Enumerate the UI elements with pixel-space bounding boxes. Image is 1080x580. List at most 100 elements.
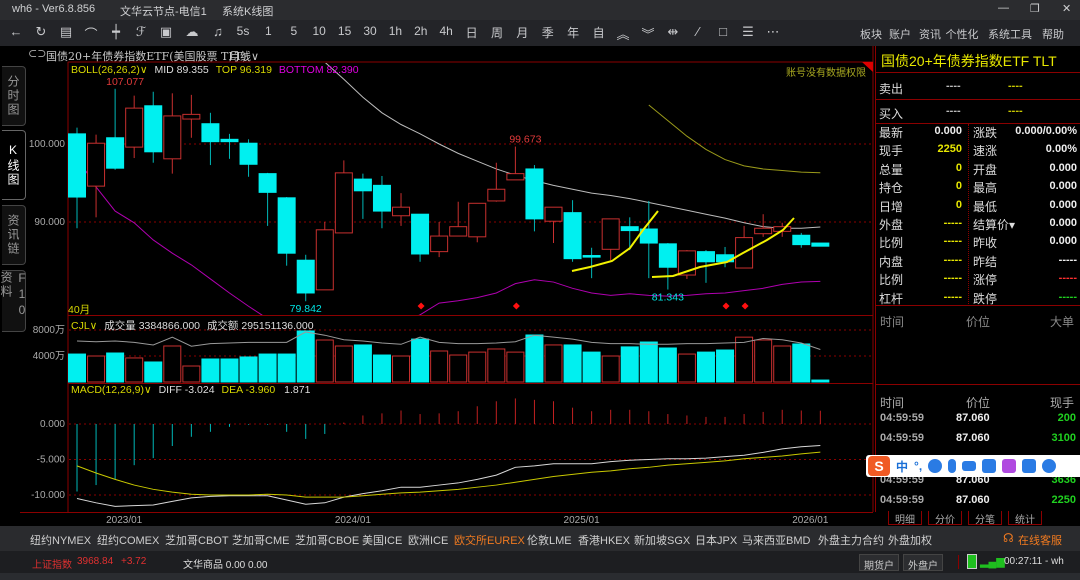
exchange-tab[interactable]: 纽约NYMEX [30, 532, 91, 548]
exchange-tab[interactable]: 芝加哥CME [232, 532, 289, 548]
microphone-icon[interactable] [948, 459, 957, 473]
online-service-link[interactable]: 在线客服 [1018, 532, 1062, 548]
tab-trades[interactable]: 分笔 [968, 511, 1002, 526]
candle-body[interactable] [696, 251, 715, 263]
exchange-tab[interactable]: 外盘加权 [888, 532, 932, 548]
candle-body[interactable] [392, 206, 411, 217]
candle[interactable] [487, 162, 506, 202]
candle[interactable] [582, 247, 601, 279]
exchange-tab[interactable]: 马来西亚BMD [742, 532, 810, 548]
candle-body[interactable] [620, 226, 639, 232]
candle-body[interactable] [239, 142, 258, 165]
quote-label[interactable]: 结算价▾ [973, 216, 1015, 233]
exchange-tab[interactable]: 日本JPX [695, 532, 737, 548]
candle-body[interactable] [258, 173, 277, 193]
candle-body[interactable] [811, 242, 830, 247]
candle-body[interactable] [754, 227, 773, 235]
exchange-tab[interactable]: 芝加哥CBOT [165, 532, 229, 548]
candle-body[interactable] [468, 202, 487, 238]
tab-detail[interactable]: 明细 [888, 511, 922, 526]
candle-body[interactable] [353, 178, 372, 192]
candle[interactable] [392, 193, 411, 226]
candle[interactable] [220, 133, 239, 159]
commodity-index[interactable]: 文华商品 0.00 0.00 [183, 556, 267, 571]
apps-grid-icon[interactable] [1022, 459, 1037, 473]
exchange-tab[interactable]: 欧洲ICE [408, 532, 448, 548]
candle[interactable] [811, 242, 830, 247]
candle[interactable] [468, 202, 487, 243]
foreign-account-button[interactable]: 外盘户 [903, 554, 943, 572]
settings-gear-icon[interactable] [1042, 459, 1057, 473]
emoji-icon[interactable] [928, 459, 943, 473]
candle[interactable] [449, 201, 468, 237]
candle-body[interactable] [201, 123, 220, 143]
futures-account-button[interactable]: 期货户 [859, 554, 899, 572]
candle-body[interactable] [296, 259, 315, 294]
candle-body[interactable] [315, 229, 334, 291]
candle-body[interactable] [144, 105, 163, 153]
headset-icon[interactable]: ☊ [1003, 531, 1014, 545]
index-name[interactable]: 上证指数 [32, 556, 72, 571]
candle-body[interactable] [582, 255, 601, 258]
candle-body[interactable] [430, 235, 449, 253]
candle[interactable] [792, 232, 811, 248]
candle-body[interactable] [87, 142, 106, 187]
candle-body[interactable] [601, 218, 620, 250]
candle[interactable] [334, 160, 353, 234]
candle[interactable] [353, 173, 372, 219]
exchange-tab[interactable]: 美国ICE [362, 532, 402, 548]
candle-body[interactable] [68, 133, 86, 198]
candle-body[interactable] [334, 172, 353, 234]
candle-body[interactable] [372, 184, 391, 212]
candle-body[interactable] [163, 115, 182, 160]
candle[interactable] [68, 127, 86, 229]
ime-punctuation-toggle[interactable]: °, [914, 459, 922, 473]
keyboard-icon[interactable] [962, 461, 977, 471]
candle[interactable] [677, 250, 696, 279]
candle-body[interactable] [506, 173, 525, 181]
candle[interactable] [525, 165, 544, 232]
volume-dropdown[interactable]: CJL∨ [71, 320, 97, 332]
user-icon[interactable] [982, 459, 997, 473]
candle[interactable] [430, 222, 449, 258]
ime-toolbar[interactable]: S 中 °, [866, 455, 1080, 477]
sogou-logo-icon[interactable]: S [868, 456, 890, 476]
candle-body[interactable] [182, 113, 201, 120]
exchange-tab[interactable]: 芝加哥CBOE [295, 532, 359, 548]
candle[interactable] [201, 112, 220, 166]
exchange-tab[interactable]: 纽约COMEX [97, 532, 159, 548]
tab-price-dist[interactable]: 分价 [928, 511, 962, 526]
candle-body[interactable] [125, 107, 144, 148]
candle[interactable] [372, 175, 391, 229]
candle[interactable] [258, 172, 277, 226]
candle-body[interactable] [487, 188, 506, 202]
candle[interactable] [125, 95, 144, 159]
exchange-tab[interactable]: 欧交所EUREX [454, 532, 525, 553]
candle-body[interactable] [277, 197, 296, 254]
exchange-tab[interactable]: 新加坡SGX [634, 532, 690, 548]
exchange-tab[interactable]: 伦敦LME [527, 532, 572, 548]
candle[interactable] [735, 225, 754, 269]
candle-body[interactable] [525, 168, 544, 220]
candle[interactable] [182, 94, 201, 138]
candle[interactable] [544, 206, 563, 244]
tab-stats[interactable]: 统计 [1008, 511, 1042, 526]
exchange-tab[interactable]: 香港HKEX [578, 532, 630, 548]
candle[interactable] [658, 243, 677, 290]
candle-body[interactable] [106, 137, 125, 169]
candle[interactable] [411, 213, 430, 262]
candle[interactable] [239, 139, 258, 177]
candle[interactable] [296, 254, 315, 302]
candle-body[interactable] [220, 138, 239, 143]
candle-body[interactable] [658, 243, 677, 268]
candle-body[interactable] [544, 206, 563, 222]
candle[interactable] [277, 197, 296, 266]
exchange-tab[interactable]: 外盘主力合约 [818, 532, 884, 548]
candle[interactable] [106, 88, 125, 170]
candle-body[interactable] [449, 226, 468, 237]
candle[interactable] [163, 93, 182, 174]
candle[interactable] [315, 222, 334, 291]
candle-body[interactable] [792, 234, 811, 246]
boll-dropdown[interactable]: BOLL(26,26,2)∨ [71, 64, 148, 76]
macd-dropdown[interactable]: MACD(12,26,9)∨ [71, 384, 152, 396]
